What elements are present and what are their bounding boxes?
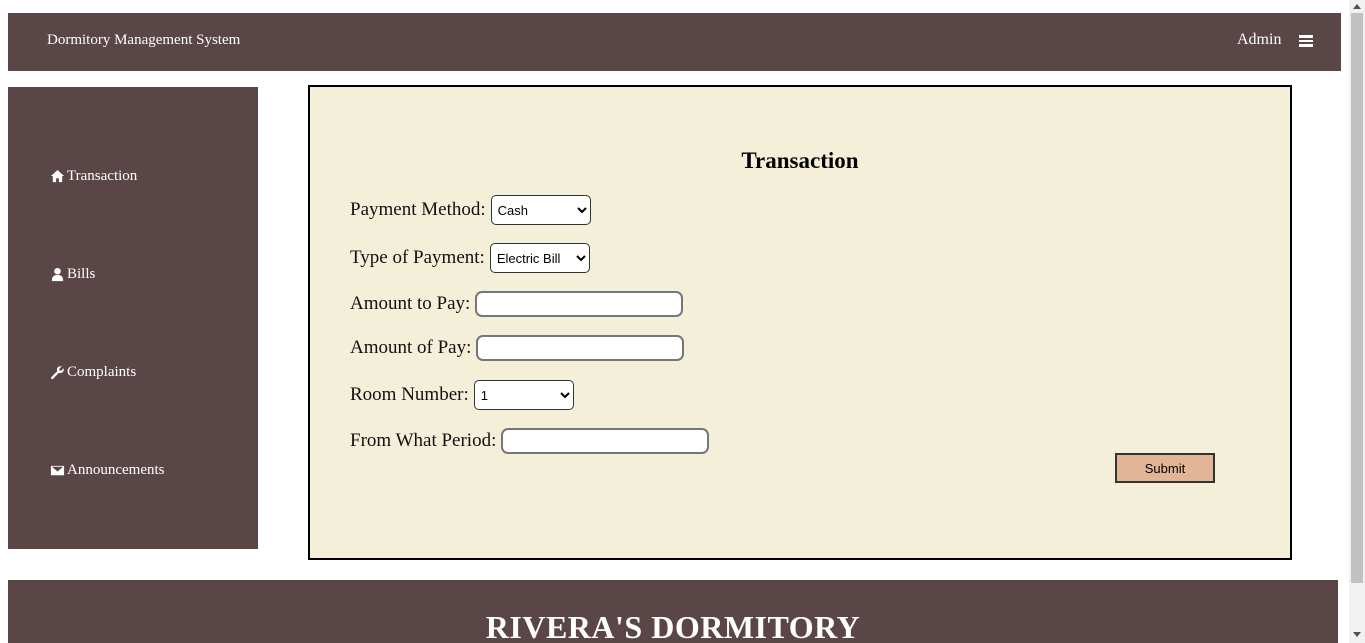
app-title[interactable]: Dormitory Management System	[47, 32, 240, 49]
amount-to-pay-row: Amount to Pay:	[350, 291, 684, 317]
sidebar-item-label: Complaints	[67, 364, 137, 380]
amount-to-pay-input[interactable]	[475, 291, 684, 317]
payment-method-select[interactable]: Cash	[490, 195, 591, 225]
form-title: Transaction	[741, 148, 859, 173]
scroll-up-icon[interactable]	[1353, 4, 1361, 9]
sidebar-item-announcements[interactable]: Announcements	[50, 462, 164, 479]
period-row: From What Period:	[350, 428, 710, 454]
sidebar-item-complaints[interactable]: Complaints	[50, 364, 136, 381]
payment-method-row: Payment Method: Cash	[350, 195, 591, 225]
transaction-form-panel: Transaction Payment Method: Cash Type of…	[308, 85, 1292, 560]
user-icon	[51, 267, 64, 282]
period-input[interactable]	[501, 428, 710, 454]
scroll-down-icon[interactable]	[1353, 632, 1361, 637]
amount-of-pay-row: Amount of Pay:	[350, 335, 685, 361]
period-label: From What Period:	[350, 430, 497, 451]
hamburger-icon[interactable]	[1299, 35, 1313, 47]
admin-user-label[interactable]: Admin	[1237, 31, 1281, 49]
sidebar-item-label: Bills	[67, 266, 96, 282]
amount-to-pay-label: Amount to Pay:	[350, 293, 471, 314]
payment-type-row: Type of Payment: Electric Bill	[350, 243, 590, 273]
scrollbar-thumb[interactable]	[1351, 13, 1363, 583]
submit-button[interactable]: Submit	[1115, 453, 1215, 483]
payment-type-label: Type of Payment:	[350, 247, 485, 268]
sidebar: Transaction Bills Complaints Announcemen…	[8, 87, 258, 549]
page-scrollbar[interactable]	[1349, 0, 1365, 643]
home-icon	[50, 169, 65, 183]
top-navbar: Dormitory Management System Admin	[8, 13, 1341, 71]
sidebar-item-transaction[interactable]: Transaction	[50, 168, 137, 185]
sidebar-item-label: Transaction	[67, 168, 138, 184]
room-number-select[interactable]: 1	[473, 380, 574, 410]
amount-of-pay-label: Amount of Pay:	[350, 337, 472, 358]
sidebar-item-bills[interactable]: Bills	[50, 266, 95, 283]
footer-title: RIVERA'S DORMITORY	[485, 609, 861, 643]
payment-method-label: Payment Method:	[350, 199, 486, 220]
amount-of-pay-input[interactable]	[476, 335, 685, 361]
envelope-icon	[50, 465, 65, 476]
room-number-row: Room Number: 1	[350, 380, 574, 410]
footer-banner: RIVERA'S DORMITORY	[8, 580, 1338, 643]
sidebar-item-label: Announcements	[67, 462, 165, 478]
wrench-icon	[50, 366, 64, 380]
payment-type-select[interactable]: Electric Bill	[489, 243, 590, 273]
room-number-label: Room Number:	[350, 384, 469, 405]
